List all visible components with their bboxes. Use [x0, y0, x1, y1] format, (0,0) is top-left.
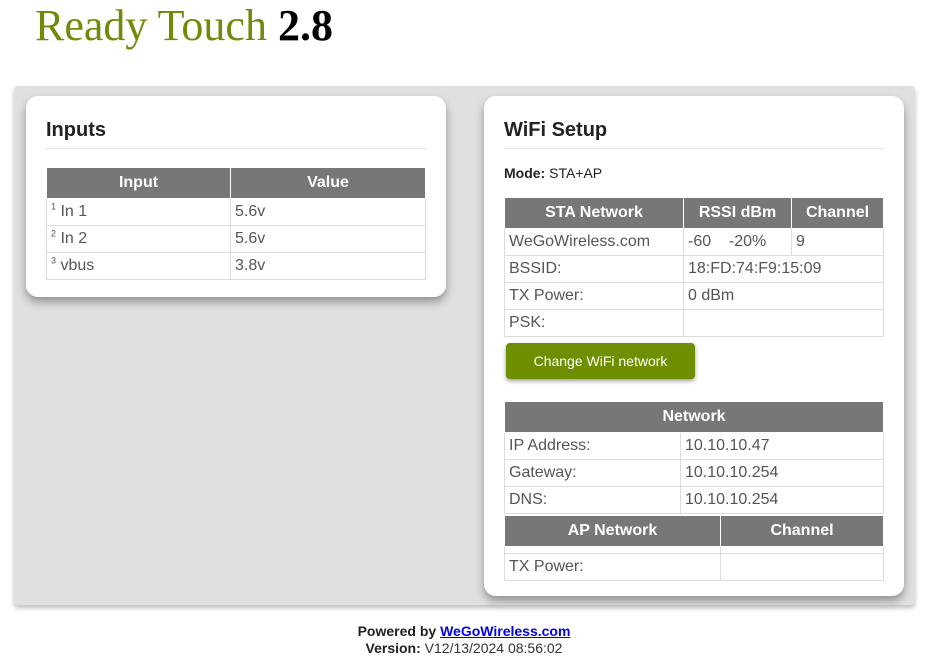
ap-txpower-label: TX Power:: [504, 553, 721, 581]
table-row: [504, 546, 884, 554]
ip-address-value: 10.10.10.47: [680, 432, 884, 460]
column-header-value: Value: [230, 167, 426, 199]
inputs-header-row: Input Value: [46, 167, 426, 199]
input-name-cell: 3 vbus: [46, 252, 231, 280]
table-row: TX Power: 0 dBm: [504, 282, 884, 310]
input-name-cell: 2 In 2: [46, 225, 231, 253]
table-row: WeGoWireless.com -60 -20% 9: [504, 228, 884, 256]
column-header-rssi: RSSI dBm: [683, 197, 792, 229]
column-header-channel: Channel: [791, 197, 884, 229]
ap-txpower-value: [720, 553, 884, 581]
input-name: vbus: [60, 257, 95, 274]
column-header-input: Input: [46, 167, 231, 199]
ap-channel: [720, 546, 884, 554]
mode-label: Mode:: [504, 165, 546, 181]
table-row: 3 vbus 3.8v: [46, 252, 426, 280]
bssid-label: BSSID:: [504, 255, 684, 283]
input-value-cell: 3.8v: [230, 252, 426, 280]
sta-txpower-label: TX Power:: [504, 282, 684, 310]
column-header-ap-channel: Channel: [720, 515, 884, 547]
table-row: 1 In 1 5.6v: [46, 198, 426, 226]
network-table: Network IP Address: 10.10.10.47 Gateway:…: [504, 401, 884, 514]
app-version: 2.8: [277, 1, 333, 50]
sta-rssi: -60 -20%: [683, 228, 792, 256]
footer: Powered by WeGoWireless.com Version: V12…: [0, 623, 928, 657]
input-name: In 2: [60, 230, 88, 247]
column-header-network: Network: [504, 401, 884, 433]
input-name-cell: 1 In 1: [46, 198, 231, 226]
mode-value: STA+AP: [549, 165, 603, 181]
inputs-card: Inputs Input Value 1 In 1 5.6v 2 In 2 5.…: [26, 96, 446, 297]
input-value-cell: 5.6v: [230, 225, 426, 253]
table-row: PSK:: [504, 309, 884, 337]
network-header-row: Network: [504, 401, 884, 433]
inputs-heading: Inputs: [46, 118, 426, 149]
column-header-ap-network: AP Network: [504, 515, 721, 547]
app-title-text: Ready Touch: [35, 1, 267, 50]
dns-label: DNS:: [504, 486, 681, 514]
psk-label: PSK:: [504, 309, 684, 337]
inputs-table: Input Value 1 In 1 5.6v 2 In 2 5.6v 3 vb…: [46, 167, 426, 280]
dns-value: 10.10.10.254: [680, 486, 884, 514]
gateway-value: 10.10.10.254: [680, 459, 884, 487]
mode-line: Mode: STA+AP: [504, 165, 884, 181]
input-name: In 1: [60, 203, 88, 220]
table-row: Gateway: 10.10.10.254: [504, 459, 884, 487]
sta-txpower-value: 0 dBm: [683, 282, 884, 310]
table-row: BSSID: 18:FD:74:F9:15:09: [504, 255, 884, 283]
table-row: IP Address: 10.10.10.47: [504, 432, 884, 460]
powered-by-label: Powered by: [357, 623, 437, 639]
input-number: 2: [51, 228, 57, 239]
ap-network-name: [504, 546, 721, 554]
version-line: Version: V12/13/2024 08:56:02: [0, 640, 928, 657]
change-wifi-network-button[interactable]: Change WiFi network: [506, 343, 695, 379]
wegowireless-link[interactable]: WeGoWireless.com: [440, 623, 570, 639]
input-number: 1: [51, 201, 57, 212]
wifi-heading: WiFi Setup: [504, 118, 884, 149]
column-header-sta-network: STA Network: [504, 197, 684, 229]
app-title: Ready Touch 2.8: [35, 2, 333, 50]
gateway-label: Gateway:: [504, 459, 681, 487]
wifi-setup-card: WiFi Setup Mode: STA+AP STA Network RSSI…: [484, 96, 904, 596]
table-row: DNS: 10.10.10.254: [504, 486, 884, 514]
input-number: 3: [51, 255, 57, 266]
ap-header-row: AP Network Channel: [504, 515, 884, 547]
ip-address-label: IP Address:: [504, 432, 681, 460]
table-row: 2 In 2 5.6v: [46, 225, 426, 253]
psk-value: [683, 309, 884, 337]
input-value-cell: 5.6v: [230, 198, 426, 226]
version-label: Version:: [365, 640, 421, 656]
powered-by-line: Powered by WeGoWireless.com: [0, 623, 928, 640]
version-value: V12/13/2024 08:56:02: [424, 640, 563, 656]
ap-network-table: AP Network Channel TX Power:: [504, 515, 884, 581]
sta-network-table: STA Network RSSI dBm Channel WeGoWireles…: [504, 197, 884, 337]
bssid-value: 18:FD:74:F9:15:09: [683, 255, 884, 283]
sta-network-name: WeGoWireless.com: [504, 228, 684, 256]
sta-header-row: STA Network RSSI dBm Channel: [504, 197, 884, 229]
sta-channel: 9: [791, 228, 884, 256]
table-row: TX Power:: [504, 553, 884, 581]
